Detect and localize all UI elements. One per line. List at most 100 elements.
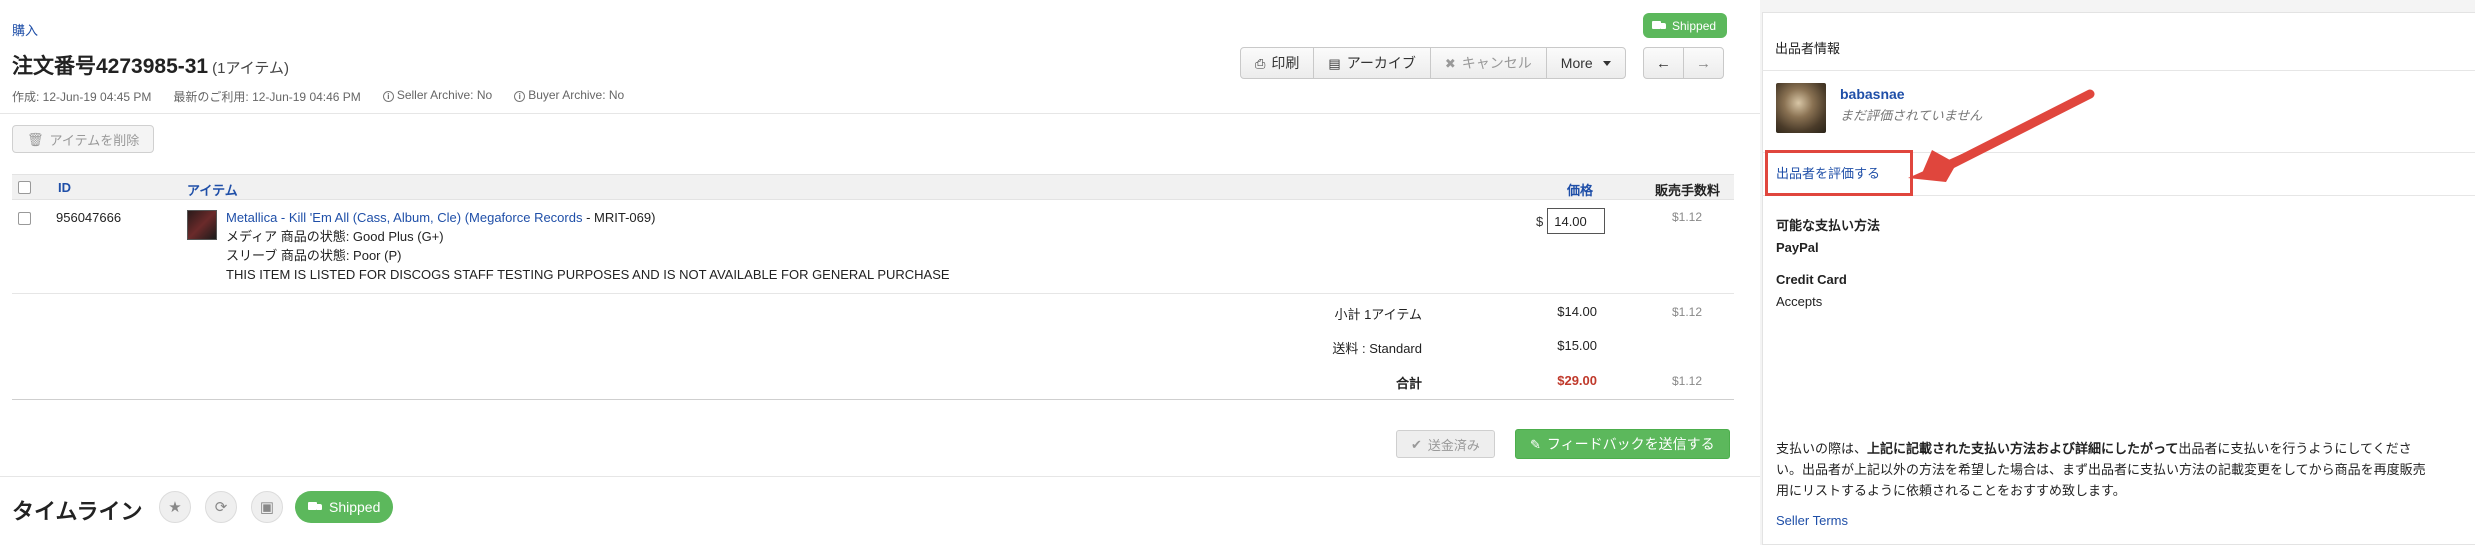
annotation-arrow-icon: [1908, 89, 2095, 182]
divider: [12, 399, 1734, 400]
status-badge-label: Shipped: [1672, 18, 1717, 33]
item-description: Metallica - Kill 'Em All (Cass, Album, C…: [226, 208, 950, 284]
cancel-order-button[interactable]: ✖ キャンセル: [1431, 48, 1547, 78]
send-feedback-label: フィードバックを送信する: [1546, 436, 1715, 452]
order-nav: ← →: [1643, 47, 1724, 79]
divider: [0, 476, 1760, 477]
avatar[interactable]: [1776, 83, 1826, 133]
mark-paid-button[interactable]: ✔ 送金済み: [1396, 430, 1495, 458]
arrow-left-icon: ←: [1656, 54, 1671, 72]
order-main: 購入 Shipped 注文番号4273985-31 (1アイテム) ⎙ 印刷 ▤ …: [0, 0, 1760, 545]
item-note: THIS ITEM IS LISTED FOR DISCOGS STAFF TE…: [226, 267, 950, 282]
send-feedback-button[interactable]: ✎ フィードバックを送信する: [1515, 429, 1730, 459]
column-header-item[interactable]: アイテム: [187, 180, 238, 199]
order-actions-toolbar: ⎙ 印刷 ▤ アーカイブ ✖ キャンセル More: [1240, 47, 1626, 79]
subtotal-value: $14.00: [1557, 304, 1597, 319]
payment-method-paypal: PayPal: [1776, 240, 1819, 255]
item-id: 956047666: [56, 210, 122, 225]
annotation-highlight-box: [1765, 150, 1913, 196]
arrow-right-icon: →: [1696, 54, 1711, 72]
truck-icon: [308, 502, 322, 512]
edit-icon: ✎: [1530, 436, 1541, 452]
table-row: 956047666 Metallica - Kill 'Em All (Cass…: [12, 200, 1734, 292]
catalog-number: - MRIT-069): [582, 210, 656, 225]
items-table-header: ID アイテム 価格 販売手数料: [12, 174, 1734, 200]
media-condition: メディア 商品の状態: Good Plus (G+): [226, 229, 444, 244]
release-link[interactable]: Metallica - Kill 'Em All (Cass, Album, C…: [226, 210, 582, 225]
seller-name-link[interactable]: babasnae: [1840, 86, 1905, 102]
price-field: $: [1536, 208, 1606, 234]
order-number: 注文番号4273985-31: [12, 55, 209, 78]
order-item-count: (1アイテム): [212, 60, 289, 77]
divider: [1762, 70, 2475, 71]
info-icon: i: [514, 91, 526, 102]
total-fee: $1.12: [1671, 374, 1702, 388]
more-dropdown[interactable]: More: [1547, 48, 1625, 78]
next-order-button[interactable]: →: [1684, 48, 1723, 78]
shipping-label: 送料 : Standard: [1332, 341, 1422, 356]
payment-methods-title: 可能な支払い方法: [1776, 218, 1881, 233]
timeline-title: タイムライン: [12, 499, 143, 524]
payment-button[interactable]: ▣: [251, 491, 283, 523]
previous-order-button[interactable]: ←: [1644, 48, 1684, 78]
payment-note-intro: 支払いの際は、: [1776, 441, 1868, 456]
close-icon: ✖: [1444, 55, 1456, 71]
refresh-icon: ⟳: [214, 499, 228, 516]
seller-terms-link[interactable]: Seller Terms: [1776, 513, 1848, 528]
subtotal-label: 小計 1アイテム: [1334, 307, 1422, 322]
archive-label: アーカイブ: [1346, 55, 1416, 71]
buyer-archive-label: Buyer Archive: No: [528, 88, 625, 102]
status-badge: Shipped: [1643, 13, 1728, 38]
total-value: $29.00: [1557, 373, 1597, 388]
item-title-line: Metallica - Kill 'Em All (Cass, Album, C…: [226, 208, 950, 227]
total-label: 合計: [1395, 376, 1422, 391]
buyer-archive-status: i Buyer Archive: No: [514, 88, 624, 105]
cancel-label: キャンセル: [1461, 55, 1532, 71]
payment-note: 支払いの際は、上記に記載された支払い方法および詳細にしたがって出品者に支払いを行…: [1776, 438, 2426, 501]
row-checkbox[interactable]: [18, 212, 31, 225]
credit-card-title: Credit Card: [1776, 272, 1847, 287]
delete-items-button[interactable]: 🗑 アイテムを削除: [12, 125, 155, 153]
divider: [0, 113, 1760, 114]
item-fee: $1.12: [1671, 210, 1702, 224]
divider: [12, 293, 1734, 294]
star-icon: ★: [168, 499, 182, 516]
truck-icon: [1652, 20, 1666, 31]
payment-note-emphasis: 上記に記載された支払い方法および詳細にしたがって: [1867, 441, 2179, 456]
info-icon: i: [382, 91, 394, 102]
print-button[interactable]: ⎙ 印刷: [1241, 48, 1315, 78]
refresh-button[interactable]: ⟳: [205, 491, 237, 523]
trash-icon: 🗑: [27, 131, 44, 147]
breadcrumb-purchases[interactable]: 購入: [12, 20, 38, 39]
archive-icon: ▤: [1328, 55, 1341, 71]
subtotal-fee: $1.12: [1671, 305, 1702, 319]
column-header-price[interactable]: 価格: [1567, 180, 1593, 199]
column-header-fee: 販売手数料: [1655, 183, 1721, 198]
created-date: 作成: 12-Jun-19 04:45 PM: [12, 90, 152, 104]
print-icon: ⎙: [1255, 55, 1266, 71]
more-label: More: [1560, 55, 1593, 71]
check-circle-icon: ✔: [1411, 436, 1422, 452]
mark-paid-label: 送金済み: [1427, 437, 1480, 453]
timeline-shipped-label: Shipped: [329, 499, 381, 515]
seller-archive-label: Seller Archive: No: [396, 88, 493, 102]
page-title: 注文番号4273985-31 (1アイテム): [12, 50, 289, 80]
sleeve-condition: スリーブ 商品の状態: Poor (P): [226, 248, 402, 263]
print-label: 印刷: [1271, 55, 1300, 71]
money-icon: ▣: [259, 499, 275, 516]
price-input[interactable]: [1547, 208, 1606, 234]
shipping-value: $15.00: [1557, 338, 1597, 353]
seller-archive-status: i Seller Archive: No: [382, 88, 493, 105]
timeline-shipped-button[interactable]: Shipped: [295, 491, 394, 523]
credit-card-accepts: Accepts: [1776, 294, 1823, 309]
release-cover-image[interactable]: [187, 210, 217, 240]
currency-symbol: $: [1536, 213, 1544, 229]
column-header-id[interactable]: ID: [58, 180, 71, 195]
chevron-down-icon: [1602, 60, 1611, 66]
select-all-checkbox[interactable]: [18, 181, 31, 194]
star-button[interactable]: ★: [159, 491, 191, 523]
archive-button[interactable]: ▤ アーカイブ: [1314, 48, 1431, 78]
seller-info-title: 出品者情報: [1775, 41, 1841, 56]
order-meta: 作成: 12-Jun-19 04:45 PM 最新のご利用: 12-Jun-19…: [12, 88, 624, 105]
last-used-date: 最新のご利用: 12-Jun-19 04:46 PM: [173, 90, 361, 104]
